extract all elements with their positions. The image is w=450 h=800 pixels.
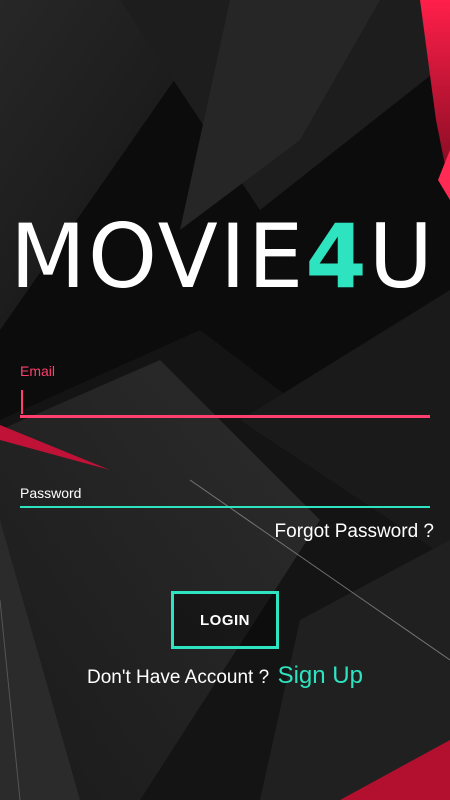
forgot-password-link[interactable]: Forgot Password ? xyxy=(275,520,434,544)
password-underline xyxy=(20,506,430,508)
logo-text-tail: U xyxy=(368,205,436,308)
login-screen: MOVIE4U Email Password Forgot Password ?… xyxy=(0,0,450,800)
login-button[interactable]: LOGIN xyxy=(171,591,279,649)
email-label: Email xyxy=(20,363,56,379)
email-underline xyxy=(20,415,430,418)
password-label: Password xyxy=(20,485,82,501)
signup-link[interactable]: Sign Up xyxy=(278,662,363,689)
app-logo: MOVIE4U xyxy=(0,212,450,302)
app-logo-text: MOVIE4U xyxy=(10,212,435,302)
signup-row: Don't Have Account ? Sign Up xyxy=(0,660,450,694)
logo-text-main: MOVIE xyxy=(10,205,306,308)
text-cursor xyxy=(21,390,23,414)
email-input[interactable] xyxy=(20,386,430,416)
email-field: Email xyxy=(20,362,430,420)
signup-prompt: Don't Have Account ? xyxy=(87,667,270,688)
password-input[interactable] xyxy=(20,482,430,506)
password-field: Password xyxy=(20,482,430,510)
logo-text-accent: 4 xyxy=(305,205,369,308)
